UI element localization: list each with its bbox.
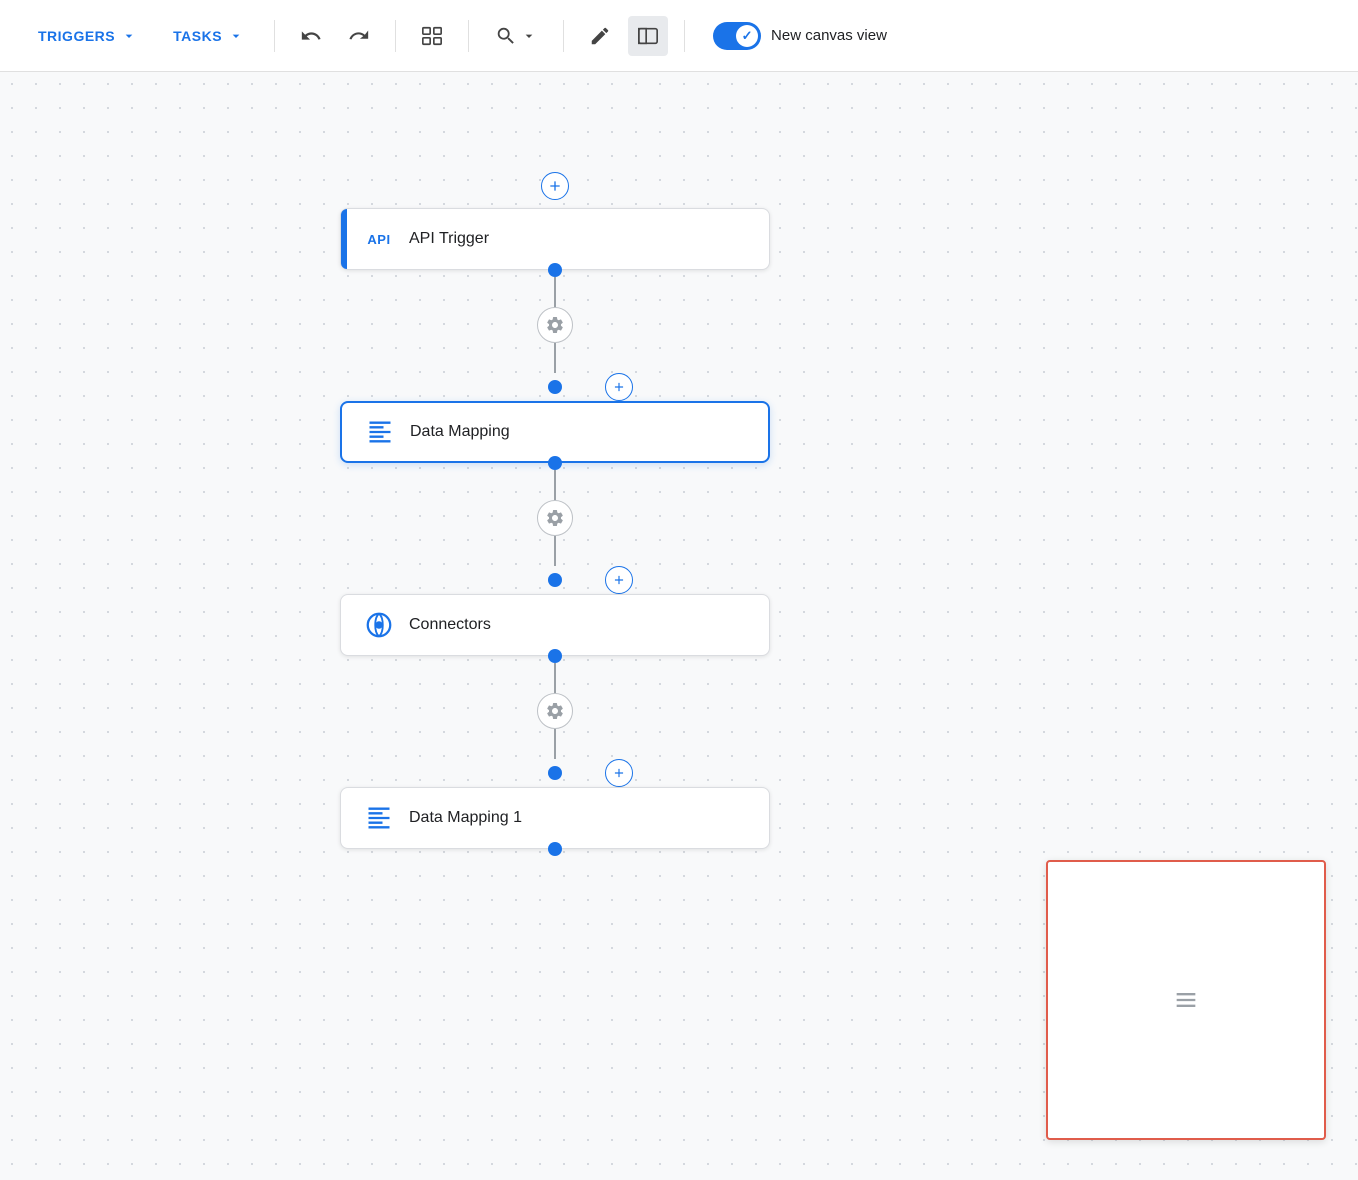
add-above-api — [340, 172, 770, 200]
triggers-label: TRIGGERS — [38, 28, 115, 44]
add-button-3[interactable] — [605, 566, 633, 594]
minimap — [1046, 860, 1326, 1140]
flow-container: API API Trigger Data Mapping — [340, 172, 770, 856]
toggle-track: ✓ — [713, 22, 761, 50]
gear-node-2[interactable] — [537, 500, 573, 536]
triggers-button[interactable]: TRIGGERS — [24, 20, 151, 52]
data-mapping-1-icon — [361, 800, 397, 836]
gear-node-1[interactable] — [537, 307, 573, 343]
divider-2 — [395, 20, 396, 52]
dot-before-data-mapping — [548, 380, 562, 394]
api-text: API — [367, 232, 390, 247]
connectors-node[interactable]: Connectors — [340, 594, 770, 656]
line-3 — [554, 470, 556, 500]
data-mapping-1-node[interactable]: Data Mapping 1 — [340, 787, 770, 849]
tasks-label: TASKS — [173, 28, 222, 44]
divider-5 — [684, 20, 685, 52]
line-1 — [554, 277, 556, 307]
line-6 — [554, 729, 556, 759]
dot-before-data-mapping-1 — [548, 766, 562, 780]
undo-icon — [300, 25, 322, 47]
data-mapping-node[interactable]: Data Mapping — [340, 401, 770, 463]
minimap-icon — [1172, 986, 1200, 1014]
add-button-top[interactable] — [541, 172, 569, 200]
zoom-icon — [495, 25, 517, 47]
api-trigger-node[interactable]: API API Trigger — [340, 208, 770, 270]
add-before-data-mapping — [340, 373, 770, 401]
tasks-button[interactable]: TASKS — [159, 20, 258, 52]
divider-3 — [468, 20, 469, 52]
add-button-2[interactable] — [605, 373, 633, 401]
node-accent — [341, 209, 347, 269]
divider-4 — [563, 20, 564, 52]
pen-icon — [589, 25, 611, 47]
chevron-down-icon — [521, 28, 537, 44]
canvas[interactable]: API API Trigger Data Mapping — [0, 72, 1358, 1180]
layout-button[interactable] — [412, 16, 452, 56]
canvas-view-button[interactable] — [628, 16, 668, 56]
api-icon: API — [361, 221, 397, 257]
redo-button[interactable] — [339, 16, 379, 56]
layout-icon — [421, 25, 443, 47]
edit-button[interactable] — [580, 16, 620, 56]
canvas-icon — [637, 25, 659, 47]
toolbar: TRIGGERS TASKS — [0, 0, 1358, 72]
chevron-down-icon — [228, 28, 244, 44]
zoom-button[interactable] — [485, 16, 547, 56]
chevron-down-icon — [121, 28, 137, 44]
data-mapping-icon — [362, 414, 398, 450]
connectors-icon — [361, 607, 397, 643]
add-button-4[interactable] — [605, 759, 633, 787]
undo-button[interactable] — [291, 16, 331, 56]
redo-icon — [348, 25, 370, 47]
gear-node-3[interactable] — [537, 693, 573, 729]
new-canvas-toggle[interactable]: ✓ — [713, 22, 761, 50]
data-mapping-1-label: Data Mapping 1 — [409, 809, 522, 827]
dot-before-connectors — [548, 573, 562, 587]
line-2 — [554, 343, 556, 373]
dot-data-mapping-bottom — [548, 456, 562, 470]
add-before-data-mapping-1 — [340, 759, 770, 787]
add-before-connectors — [340, 566, 770, 594]
connectors-label: Connectors — [409, 616, 491, 634]
api-trigger-label: API Trigger — [409, 230, 489, 248]
new-canvas-toggle-container: ✓ New canvas view — [713, 22, 887, 50]
new-canvas-label: New canvas view — [771, 27, 887, 44]
check-icon: ✓ — [742, 28, 753, 44]
toggle-thumb: ✓ — [736, 25, 758, 47]
line-4 — [554, 536, 556, 566]
dot-connectors-bottom — [548, 649, 562, 663]
dot-api-bottom — [548, 263, 562, 277]
line-5 — [554, 663, 556, 693]
divider-1 — [274, 20, 275, 52]
dot-data-mapping-1-bottom — [548, 842, 562, 856]
data-mapping-label: Data Mapping — [410, 423, 510, 441]
